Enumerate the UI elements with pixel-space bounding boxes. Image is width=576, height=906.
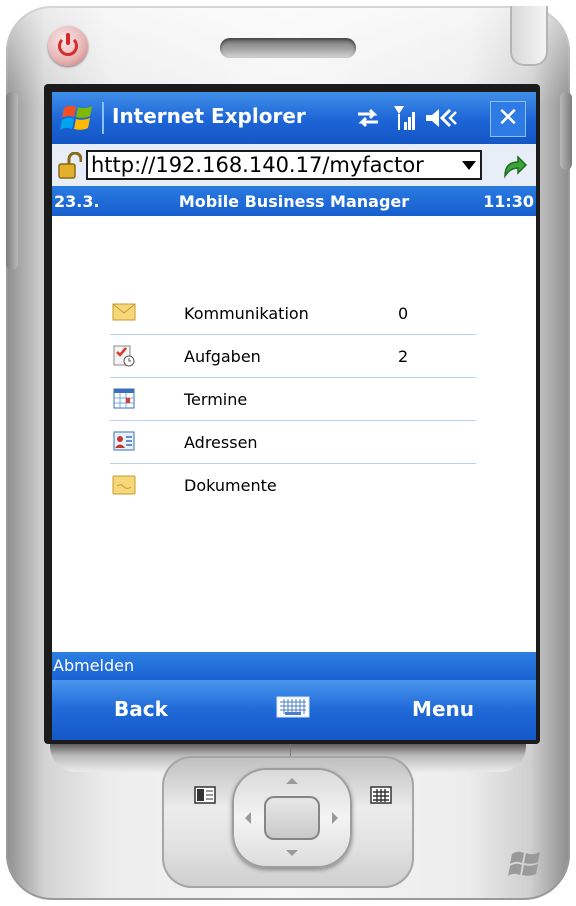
chevron-down-icon[interactable] xyxy=(462,161,476,170)
document-icon xyxy=(112,475,136,495)
dpad-down-arrow[interactable] xyxy=(286,850,298,856)
title-bar: Internet Explorer ✕ xyxy=(52,92,536,144)
signal-icon[interactable] xyxy=(392,104,418,132)
dpad-up-arrow[interactable] xyxy=(286,778,298,784)
back-softkey[interactable]: Back xyxy=(114,697,168,721)
lock-icon xyxy=(58,152,82,179)
volume-icon[interactable] xyxy=(424,106,458,130)
speaker-grille xyxy=(220,38,356,58)
app-title: Internet Explorer xyxy=(112,104,306,128)
menu-list: Kommunikation 0 Aufgaben 2 Termine Adres… xyxy=(110,292,476,506)
menu-item-label: Termine xyxy=(184,390,248,409)
keyboard-icon[interactable] xyxy=(276,694,310,720)
menu-item-dokumente[interactable]: Dokumente xyxy=(110,464,476,506)
dpad-center-button[interactable] xyxy=(264,796,320,840)
side-button-right[interactable] xyxy=(560,92,572,170)
menu-item-label: Aufgaben xyxy=(184,347,261,366)
side-button-left[interactable] xyxy=(6,92,18,270)
menu-item-count: 2 xyxy=(398,347,409,366)
menu-item-aufgaben[interactable]: Aufgaben 2 xyxy=(110,335,476,378)
url-input[interactable]: http://192.168.140.17/myfactor xyxy=(86,150,482,180)
tasks-icon xyxy=(113,345,135,367)
address-bar: http://192.168.140.17/myfactor xyxy=(52,144,536,186)
menu-item-adressen[interactable]: Adressen xyxy=(110,421,476,464)
menu-item-label: Adressen xyxy=(184,433,258,452)
windows-logo-icon[interactable] xyxy=(60,102,96,134)
close-icon: ✕ xyxy=(497,103,519,133)
softkey-bar: Back Menu xyxy=(52,680,536,740)
envelope-icon xyxy=(112,303,136,321)
menu-softkey[interactable]: Menu xyxy=(412,697,474,721)
go-arrow-icon[interactable] xyxy=(500,152,528,180)
logout-link[interactable]: Abmelden xyxy=(52,652,536,680)
title-separator xyxy=(102,102,104,134)
info-bar: Mobile Business Manager 23.3. 11:30 xyxy=(52,186,536,216)
menu-item-label: Dokumente xyxy=(184,476,277,495)
logout-label: Abmelden xyxy=(53,656,135,675)
menu-item-label: Kommunikation xyxy=(184,304,309,323)
menu-item-termine[interactable]: Termine xyxy=(110,378,476,421)
calendar-icon xyxy=(113,388,135,409)
screen: Internet Explorer ✕ http://192.168.140.1… xyxy=(52,92,536,740)
right-softkey-hardware-icon[interactable] xyxy=(370,786,392,804)
page-title: Mobile Business Manager xyxy=(178,192,410,211)
left-softkey-hardware-icon[interactable] xyxy=(194,786,216,804)
contacts-icon xyxy=(113,431,135,451)
date-label: 23.3. xyxy=(54,192,100,211)
time-label: 11:30 xyxy=(483,192,534,211)
close-button[interactable]: ✕ xyxy=(490,101,526,137)
power-button[interactable] xyxy=(48,26,88,66)
sync-icon[interactable] xyxy=(354,106,382,130)
dpad-left-arrow[interactable] xyxy=(245,812,251,824)
menu-item-kommunikation[interactable]: Kommunikation 0 xyxy=(110,292,476,335)
menu-item-count: 0 xyxy=(398,304,409,323)
stylus-slot xyxy=(510,6,548,66)
windows-logo-icon xyxy=(508,851,540,876)
url-text: http://192.168.140.17/myfactor xyxy=(91,153,424,177)
dpad-right-arrow[interactable] xyxy=(332,812,338,824)
